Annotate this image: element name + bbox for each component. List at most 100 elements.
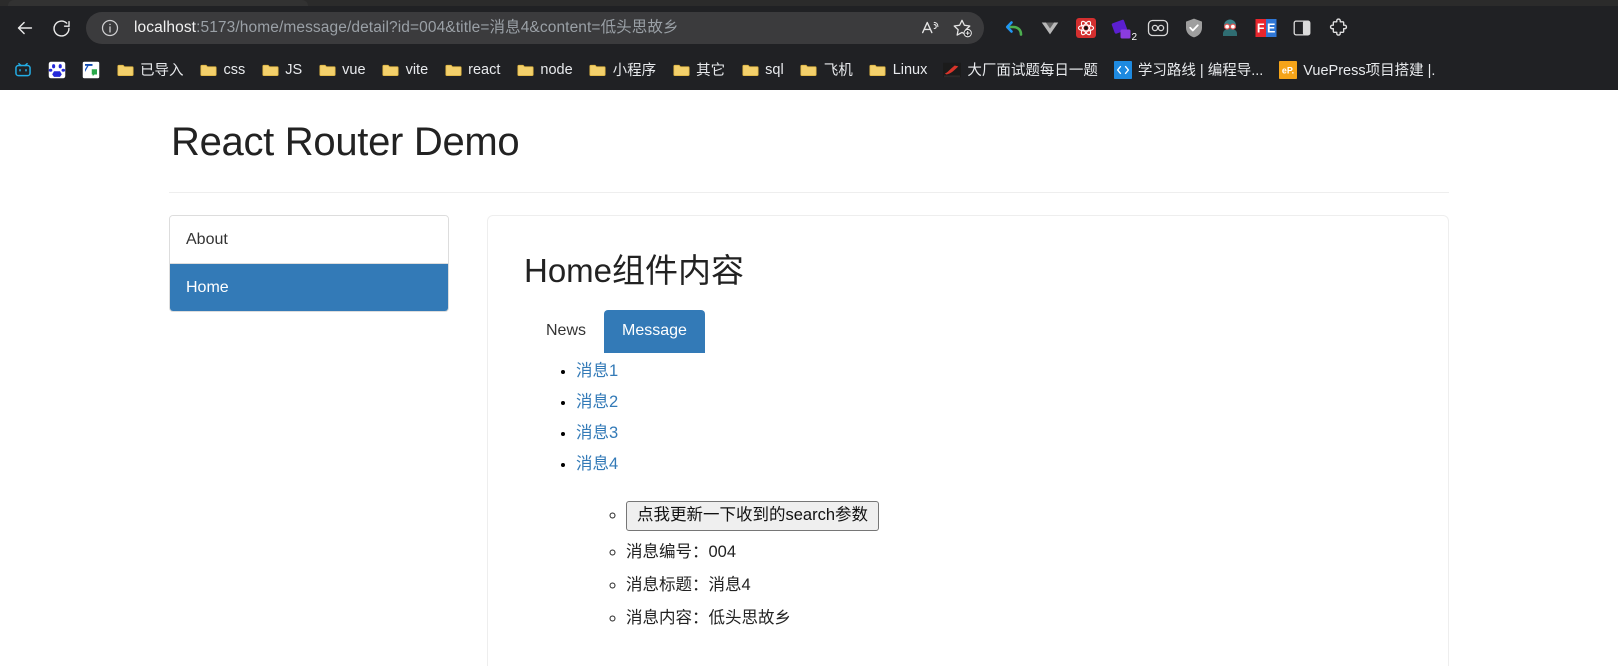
bookmark-interview-daily[interactable]: 大厂面试题每日一题: [935, 56, 1106, 84]
bookmark-label: 其它: [696, 59, 725, 80]
detail-row-title: 消息标题：消息4: [626, 574, 1418, 596]
sidebar-column: About Home: [169, 215, 449, 312]
folder-icon: [382, 61, 400, 79]
refresh-icon: [51, 18, 72, 39]
tab-strip[interactable]: [0, 0, 1618, 6]
svg-text:eP.: eP.: [1282, 65, 1294, 75]
folder-icon: [116, 61, 134, 79]
list-item: 消息2: [576, 392, 1418, 414]
bookmark-folder-linux[interactable]: Linux: [861, 56, 936, 84]
message-link-2[interactable]: 消息2: [576, 393, 618, 411]
bookmark-folder-vite[interactable]: vite: [374, 56, 437, 84]
extensions-toolbar: 2: [996, 10, 1356, 46]
folder-icon: [200, 61, 218, 79]
read-aloud-icon[interactable]: [916, 14, 944, 42]
message-link-1[interactable]: 消息1: [576, 362, 618, 380]
bookmark-folder-miniprogram[interactable]: 小程序: [581, 56, 665, 84]
address-bar[interactable]: localhost:5173/home/message/detail?id=00…: [86, 12, 984, 44]
zhihu-icon: [82, 61, 100, 79]
sidebar-item-home[interactable]: Home: [170, 264, 448, 311]
react-devtools-icon[interactable]: [1068, 10, 1104, 46]
folder-icon: [516, 61, 534, 79]
purple-extension-icon[interactable]: 2: [1104, 10, 1140, 46]
back-arrow-icon: [14, 17, 36, 39]
bookmark-label: css: [224, 62, 246, 78]
browser-navigation-bar: localhost:5173/home/message/detail?id=00…: [0, 6, 1618, 50]
bookmark-label: 飞机: [824, 59, 853, 80]
split-screen-icon[interactable]: [1284, 10, 1320, 46]
vuepress-icon: eP.: [1279, 61, 1297, 79]
sidebar-item-about[interactable]: About: [170, 216, 448, 264]
add-favorite-icon[interactable]: [948, 14, 976, 42]
bookmark-folder-yidaoru[interactable]: 已导入: [108, 56, 192, 84]
bookmark-label: 大厂面试题每日一题: [967, 59, 1098, 80]
folder-icon: [672, 61, 690, 79]
bookmarks-bar: 已导入 css JS vue vite: [0, 50, 1618, 90]
bookmark-baidu[interactable]: [40, 56, 74, 84]
content-panel: Home组件内容 News Message 消息1 消息2 消息3 消息4 点我…: [487, 215, 1449, 666]
reload-button[interactable]: [44, 11, 78, 45]
header-divider: [169, 192, 1449, 193]
bookmark-folder-feiji[interactable]: 飞机: [792, 56, 861, 84]
folder-icon: [318, 61, 336, 79]
bookmark-folder-sql[interactable]: sql: [733, 56, 792, 84]
bookmark-vuepress[interactable]: eP. VuePress项目搭建 |.: [1271, 56, 1443, 84]
detail-row-id: 消息编号：004: [626, 541, 1418, 563]
page-viewport: React Router Demo About Home Home组件内容 Ne…: [0, 90, 1618, 666]
code-brackets-icon: [1114, 61, 1132, 79]
fe-extension-icon[interactable]: F E: [1248, 10, 1284, 46]
bookmark-label: JS: [285, 62, 302, 78]
url-path: :5173/home/message/detail?id=004&title=消…: [196, 19, 679, 36]
extensions-puzzle-icon[interactable]: [1320, 10, 1356, 46]
interview-site-icon: [943, 61, 961, 79]
folder-icon: [444, 61, 462, 79]
tab-news[interactable]: News: [528, 310, 604, 353]
bookmark-bilibili[interactable]: [6, 56, 40, 84]
app-container: React Router Demo About Home Home组件内容 Ne…: [169, 90, 1449, 666]
folder-icon: [589, 61, 607, 79]
bookmark-label: sql: [765, 62, 784, 78]
message-link-4[interactable]: 消息4: [576, 455, 618, 473]
bookmark-folder-react[interactable]: react: [436, 56, 508, 84]
bookmark-label: Linux: [893, 62, 928, 78]
message-link-list: 消息1 消息2 消息3 消息4: [518, 361, 1418, 475]
list-item: 消息3: [576, 423, 1418, 445]
message-detail-list: 点我更新一下收到的search参数 消息编号：004 消息标题：消息4 消息内容…: [518, 501, 1418, 629]
address-bar-url[interactable]: localhost:5173/home/message/detail?id=00…: [134, 12, 912, 44]
folder-icon: [741, 61, 759, 79]
svg-text:E: E: [1267, 22, 1275, 36]
bookmark-folder-node[interactable]: node: [508, 56, 580, 84]
oo-extension-icon[interactable]: [1140, 10, 1176, 46]
info-circle-icon[interactable]: [100, 18, 120, 38]
undo-arrow-icon[interactable]: [996, 10, 1032, 46]
baidu-icon: [48, 61, 66, 79]
tab-message[interactable]: Message: [604, 310, 705, 353]
message-link-3[interactable]: 消息3: [576, 424, 618, 442]
update-search-params-button[interactable]: 点我更新一下收到的search参数: [626, 501, 879, 530]
bookmark-study-roadmap[interactable]: 学习路线 | 编程导...: [1106, 56, 1271, 84]
bookmark-folder-other[interactable]: 其它: [664, 56, 733, 84]
page-title: React Router Demo: [171, 118, 1449, 166]
svg-text:F: F: [1257, 22, 1265, 36]
content-heading: Home组件内容: [524, 250, 1418, 291]
shield-adblock-icon[interactable]: [1176, 10, 1212, 46]
detail-row-content: 消息内容：低头思故乡: [626, 607, 1418, 629]
back-button[interactable]: [8, 11, 42, 45]
content-tabs: News Message: [528, 309, 1418, 353]
browser-chrome: localhost:5173/home/message/detail?id=00…: [0, 0, 1618, 90]
list-item: 点我更新一下收到的search参数: [626, 501, 1418, 530]
bookmark-folder-js[interactable]: JS: [253, 56, 310, 84]
bookmark-folder-vue[interactable]: vue: [310, 56, 373, 84]
url-host: localhost: [134, 19, 196, 36]
folder-icon: [869, 61, 887, 79]
bookmark-label: 已导入: [140, 59, 184, 80]
vue-devtools-icon[interactable]: [1032, 10, 1068, 46]
folder-icon: [261, 61, 279, 79]
bookmark-zhihu[interactable]: [74, 56, 108, 84]
bookmark-folder-css[interactable]: css: [192, 56, 254, 84]
avatar-glasses-icon[interactable]: [1212, 10, 1248, 46]
main-row: About Home Home组件内容 News Message 消息1 消息2…: [169, 215, 1449, 666]
bookmark-label: VuePress项目搭建 |.: [1303, 59, 1435, 80]
bookmark-label: react: [468, 62, 500, 78]
list-item: 消息4: [576, 454, 1418, 476]
